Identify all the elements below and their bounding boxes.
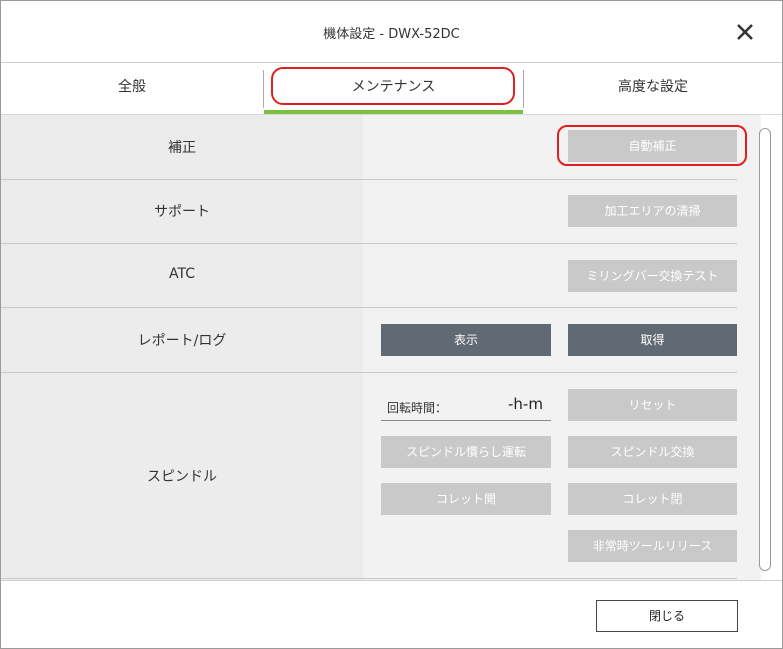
row-label-atc: ATC (169, 266, 195, 282)
active-tab-indicator (264, 110, 523, 114)
machine-settings-dialog: 機体設定 - DWX-52DC 全般 メンテナンス 高度な設定 補正 サポート … (0, 0, 783, 649)
row-label-support: サポート (154, 204, 210, 220)
clean-work-area-button[interactable]: 加工エリアの清掃 (568, 195, 737, 227)
title-bar: 機体設定 - DWX-52DC (1, 1, 782, 63)
window-title: 機体設定 - DWX-52DC (323, 27, 460, 42)
milling-bar-exchange-test-button[interactable]: ミリングバー交換テスト (568, 260, 737, 292)
rotation-time-value: -h-m (508, 395, 543, 413)
rotation-time-underline (381, 420, 551, 421)
row-divider (1, 307, 737, 308)
collet-open-button[interactable]: コレット開 (381, 483, 551, 515)
row-divider (1, 243, 737, 244)
row-divider (1, 372, 737, 373)
row-label-report-log: レポート/ログ (137, 333, 227, 349)
row-label-spindle: スピンドル (147, 469, 217, 485)
close-dialog-button[interactable]: 閉じる (596, 600, 738, 632)
scrollbar-thumb[interactable] (761, 130, 769, 567)
row-label-correction: 補正 (168, 140, 196, 156)
row-divider (1, 179, 737, 180)
tab-advanced-settings[interactable]: 高度な設定 (524, 63, 782, 115)
reset-rotation-button[interactable]: リセット (568, 389, 737, 421)
rotation-time-label: 回転時間： (387, 401, 448, 415)
tab-bar: 全般 メンテナンス 高度な設定 (1, 63, 782, 115)
auto-correction-button[interactable]: 自動補正 (568, 130, 737, 162)
collet-close-button[interactable]: コレット閉 (568, 483, 737, 515)
close-button[interactable] (730, 17, 760, 47)
row-divider (1, 578, 737, 579)
tab-maintenance[interactable]: メンテナンス (264, 63, 523, 115)
close-icon (737, 24, 753, 40)
tab-general[interactable]: 全般 (1, 63, 263, 115)
spindle-replace-button[interactable]: スピンドル交換 (568, 436, 737, 468)
emergency-tool-release-button[interactable]: 非常時ツールリリース (568, 530, 737, 562)
vertical-scrollbar[interactable] (759, 128, 771, 571)
show-report-button[interactable]: 表示 (381, 324, 551, 356)
get-report-button[interactable]: 取得 (568, 324, 737, 356)
spindle-break-in-button[interactable]: スピンドル慣らし運転 (381, 436, 551, 468)
